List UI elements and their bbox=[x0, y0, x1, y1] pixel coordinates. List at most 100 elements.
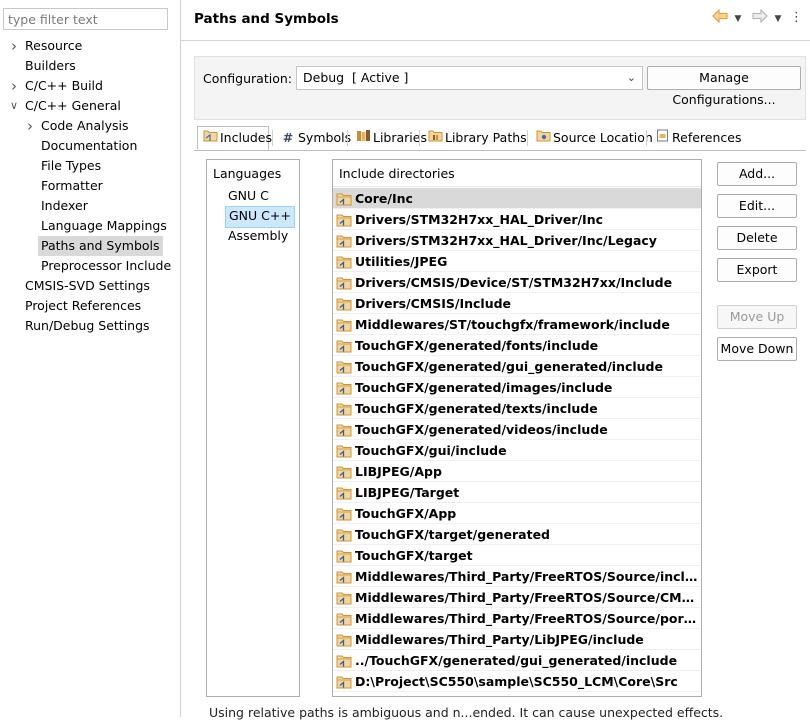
tree-item-project-references[interactable]: Project References bbox=[0, 296, 180, 316]
include-directory-item[interactable]: TouchGFX/generated/images/include bbox=[333, 377, 701, 398]
filter-input[interactable] bbox=[3, 8, 168, 30]
chevron-down-icon: ⌄ bbox=[626, 71, 636, 84]
libraries-icon bbox=[355, 127, 371, 149]
include-folder-icon bbox=[336, 275, 352, 290]
manage-configurations-button[interactable]: Manage Configurations... bbox=[647, 66, 801, 107]
tree-item-run-debug-settings[interactable]: Run/Debug Settings bbox=[0, 316, 180, 336]
include-directory-item[interactable]: ../TouchGFX/generated/gui_generated/incl… bbox=[333, 650, 701, 671]
include-folder-icon bbox=[336, 296, 352, 311]
include-folder-icon bbox=[336, 422, 352, 437]
configuration-label: Configuration: bbox=[203, 71, 292, 86]
tree-item-cmsis-svd-settings[interactable]: CMSIS-SVD Settings bbox=[0, 276, 180, 296]
configuration-select[interactable]: Debug [ Active ] ⌄ bbox=[296, 66, 643, 90]
tree-item-c-c-build[interactable]: › C/C++ Build bbox=[0, 76, 180, 96]
chevron-right-icon[interactable]: › bbox=[8, 36, 20, 56]
move-down-button[interactable]: Move Down bbox=[717, 337, 797, 361]
tree-item-indexer[interactable]: Indexer bbox=[0, 196, 180, 216]
include-directories-list: Include directories Core/Inc Drivers/STM3… bbox=[332, 159, 702, 697]
tab-references[interactable]: References bbox=[650, 127, 741, 149]
forward-dropdown-button[interactable]: ▼ bbox=[772, 9, 784, 29]
include-directory-path: Middlewares/Third_Party/FreeRTOS/Source/… bbox=[355, 611, 701, 626]
include-folder-icon bbox=[336, 653, 352, 668]
language-item-gnu-c[interactable]: GNU C bbox=[225, 186, 272, 206]
languages-header: Languages bbox=[213, 166, 282, 181]
forward-button[interactable] bbox=[750, 8, 770, 29]
include-directory-path: Core/Inc bbox=[355, 191, 413, 206]
include-directory-item[interactable]: TouchGFX/App bbox=[333, 503, 701, 524]
include-directory-path: LIBJPEG/Target bbox=[355, 485, 460, 500]
tree-item-language-mappings[interactable]: Language Mappings bbox=[0, 216, 180, 236]
more-options-icon[interactable]: ⋮ bbox=[790, 9, 803, 29]
include-directory-item[interactable]: TouchGFX/gui/include bbox=[333, 440, 701, 461]
tree-item-formatter[interactable]: Formatter bbox=[0, 176, 180, 196]
references-icon bbox=[654, 127, 670, 149]
tab-source-location[interactable]: Source Location bbox=[531, 127, 653, 149]
language-item-gnu-c[interactable]: GNU C++ bbox=[225, 206, 295, 228]
export-button[interactable]: Export bbox=[717, 258, 797, 282]
tree-item-label: Preprocessor Include bbox=[41, 258, 172, 273]
chevron-right-icon[interactable]: › bbox=[24, 116, 36, 136]
tab-libraries[interactable]: Libraries bbox=[351, 127, 427, 149]
include-folder-icon bbox=[336, 233, 352, 248]
properties-page: Paths and Symbols ▼ ▼ ⋮ Configuration: D… bbox=[181, 0, 810, 720]
include-directory-item[interactable]: D:\Project\SC550\sample\SC550_LCM\Core\S… bbox=[333, 671, 701, 692]
tree-item-label: Resource bbox=[25, 38, 83, 53]
include-directory-item[interactable]: LIBJPEG/App bbox=[333, 461, 701, 482]
include-directory-item[interactable]: Middlewares/Third_Party/FreeRTOS/Source/… bbox=[333, 608, 701, 629]
include-directory-item[interactable]: TouchGFX/generated/texts/include bbox=[333, 398, 701, 419]
include-directory-item[interactable]: Drivers/CMSIS/Device/ST/STM32H7xx/Includ… bbox=[333, 272, 701, 293]
tree-item-label: Code Analysis bbox=[41, 118, 129, 133]
include-folder-icon bbox=[336, 590, 352, 605]
include-directory-item[interactable]: Middlewares/Third_Party/FreeRTOS/Source/… bbox=[333, 566, 701, 587]
include-directory-item[interactable]: Drivers/CMSIS/Include bbox=[333, 293, 701, 314]
include-directories-header[interactable]: Include directories bbox=[333, 160, 701, 187]
back-dropdown-button[interactable]: ▼ bbox=[732, 9, 744, 29]
tree-item-c-c-general[interactable]: ∨ C/C++ General bbox=[0, 96, 180, 116]
move-up-button[interactable]: Move Up bbox=[717, 305, 797, 329]
include-directory-item[interactable]: TouchGFX/target bbox=[333, 545, 701, 566]
chevron-down-icon[interactable]: ∨ bbox=[8, 96, 20, 116]
delete-button[interactable]: Delete bbox=[717, 226, 797, 250]
tree-item-label: C/C++ General bbox=[25, 98, 121, 113]
tree-item-builders[interactable]: Builders bbox=[0, 56, 180, 76]
include-directory-item[interactable]: Middlewares/ST/touchgfx/framework/includ… bbox=[333, 314, 701, 335]
include-directory-item[interactable]: TouchGFX/generated/fonts/include bbox=[333, 335, 701, 356]
include-directory-item[interactable]: Middlewares/Third_Party/LibJPEG/include bbox=[333, 629, 701, 650]
include-directory-path: TouchGFX/gui/include bbox=[355, 443, 507, 458]
include-directory-item[interactable]: TouchGFX/generated/gui_generated/include bbox=[333, 356, 701, 377]
tree-item-resource[interactable]: › Resource bbox=[0, 36, 180, 56]
include-folder-icon bbox=[336, 632, 352, 647]
include-directory-item[interactable]: Utilities/JPEG bbox=[333, 251, 701, 272]
back-button[interactable] bbox=[710, 8, 730, 29]
includes-folder-icon bbox=[202, 127, 218, 149]
include-folder-icon bbox=[336, 674, 352, 689]
tree-item-code-analysis[interactable]: › Code Analysis bbox=[0, 116, 180, 136]
include-directory-path: TouchGFX/target bbox=[355, 548, 473, 563]
include-directory-item[interactable]: Core/Inc bbox=[333, 188, 701, 209]
include-directory-item[interactable]: TouchGFX/generated/videos/include bbox=[333, 419, 701, 440]
tree-item-label: Language Mappings bbox=[41, 218, 167, 233]
arrow-left-icon bbox=[712, 8, 728, 24]
tree-item-documentation[interactable]: Documentation bbox=[0, 136, 180, 156]
tab-symbols[interactable]: # Symbols bbox=[276, 127, 351, 149]
tree-item-label: Project References bbox=[25, 298, 142, 313]
tab-library-paths[interactable]: Library Paths bbox=[423, 127, 527, 149]
include-directory-item[interactable]: LIBJPEG/Target bbox=[333, 482, 701, 503]
include-directory-item[interactable]: Middlewares/Third_Party/FreeRTOS/Source/… bbox=[333, 587, 701, 608]
tree-item-label: Run/Debug Settings bbox=[25, 318, 150, 333]
edit-button[interactable]: Edit... bbox=[717, 194, 797, 218]
include-folder-icon bbox=[336, 401, 352, 416]
include-directory-item[interactable]: Drivers/STM32H7xx_HAL_Driver/Inc/Legacy bbox=[333, 230, 701, 251]
tree-item-label: CMSIS-SVD Settings bbox=[25, 278, 150, 293]
tab-label: Library Paths bbox=[445, 130, 527, 145]
include-directory-item[interactable]: TouchGFX/target/generated bbox=[333, 524, 701, 545]
tree-item-paths-and-symbols[interactable]: Paths and Symbols bbox=[0, 236, 180, 256]
include-directory-item[interactable]: Drivers/STM32H7xx_HAL_Driver/Inc bbox=[333, 209, 701, 230]
add-button[interactable]: Add... bbox=[717, 162, 797, 186]
chevron-right-icon[interactable]: › bbox=[8, 76, 20, 96]
tree-item-file-types[interactable]: File Types bbox=[0, 156, 180, 176]
tab-includes[interactable]: Includes bbox=[197, 126, 272, 150]
include-folder-icon bbox=[336, 380, 352, 395]
language-item-assembly[interactable]: Assembly bbox=[225, 226, 291, 246]
tree-item-preprocessor-include[interactable]: Preprocessor Include bbox=[0, 256, 180, 276]
